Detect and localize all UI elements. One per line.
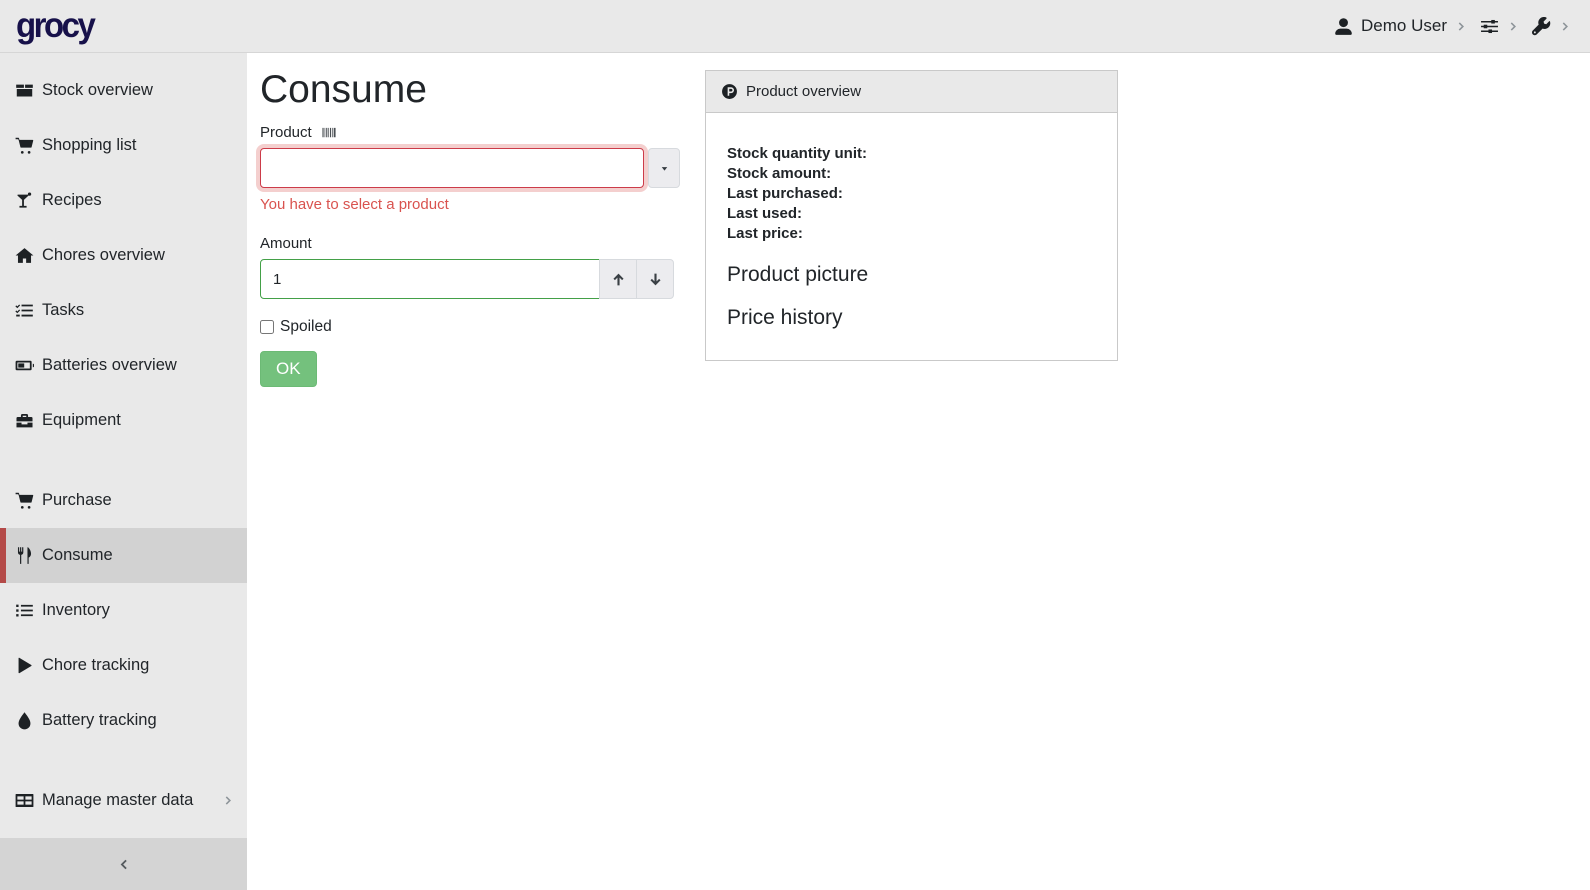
shopping-cart-icon [15,136,34,155]
sidebar: Stock overview Shopping list Recipes Cho… [0,53,247,890]
wrench-icon [1532,17,1551,36]
field-last-price: Last price: [727,224,1096,244]
product-overview-body: Stock quantity unit: Stock amount: Last … [706,113,1117,360]
box-icon [15,81,34,100]
sidebar-item-recipes[interactable]: Recipes [0,173,247,228]
ok-button[interactable]: OK [260,351,317,387]
chevron-left-icon [116,857,131,872]
caret-down-icon [659,163,670,174]
chevron-right-icon [1507,20,1520,33]
sidebar-item-label: Consume [42,546,113,565]
sidebar-item-battery-tracking[interactable]: Battery tracking [0,693,247,748]
field-stock-quantity-unit: Stock quantity unit: [727,144,1096,164]
table-icon [15,791,34,810]
sidebar-item-tasks[interactable]: Tasks [0,283,247,338]
product-overview-card: Product overview Stock quantity unit: St… [705,70,1118,361]
spoiled-label: Spoiled [280,318,332,336]
amount-decrement-button[interactable] [636,259,674,299]
product-overview-header: Product overview [706,71,1117,113]
sidebar-item-equipment[interactable]: Equipment [0,393,247,448]
sidebar-item-shopping-list[interactable]: Shopping list [0,118,247,173]
sidebar-item-label: Equipment [42,411,121,430]
product-picture-heading: Product picture [727,263,1096,287]
sidebar-item-label: Purchase [42,491,112,510]
admin-menu[interactable] [1532,17,1572,36]
sidebar-item-batteries-overview[interactable]: Batteries overview [0,338,247,393]
amount-input[interactable] [260,259,600,299]
shopping-cart-icon [15,491,34,510]
product-overview-title: Product overview [746,83,861,100]
navbar-right: Demo User [1334,16,1572,36]
sidebar-item-manage-master-data[interactable]: Manage master data [0,773,247,828]
sidebar-item-label: Chore tracking [42,656,149,675]
sidebar-item-stock-overview[interactable]: Stock overview [0,63,247,118]
battery-icon [15,356,34,375]
sidebar-item-inventory[interactable]: Inventory [0,583,247,638]
barcode-icon [319,125,339,140]
sidebar-item-label: Stock overview [42,81,153,100]
user-name: Demo User [1361,16,1447,36]
top-navbar: grocy Demo User [0,0,1590,53]
sliders-icon [1480,17,1499,36]
arrow-down-icon [647,271,664,288]
grocy-logo[interactable]: grocy [16,6,93,46]
droplet-icon [15,711,34,730]
product-circle-icon [721,83,738,100]
sidebar-item-label: Recipes [42,191,102,210]
chevron-right-icon [1455,20,1468,33]
tasks-icon [15,301,34,320]
cocktail-icon [15,191,34,210]
sidebar-item-label: Chores overview [42,246,165,265]
sidebar-item-purchase[interactable]: Purchase [0,473,247,528]
sidebar-item-label: Battery tracking [42,711,157,730]
sidebar-item-label: Shopping list [42,136,136,155]
sidebar-item-label: Inventory [42,601,110,620]
sidebar-item-chore-tracking[interactable]: Chore tracking [0,638,247,693]
chevron-right-icon [222,794,235,807]
product-dropdown-button[interactable] [648,148,680,188]
chevron-right-icon [1559,20,1572,33]
user-icon [1334,17,1353,36]
user-menu[interactable]: Demo User [1334,16,1468,36]
amount-increment-button[interactable] [599,259,637,299]
play-icon [15,656,34,675]
sidebar-item-chores-overview[interactable]: Chores overview [0,228,247,283]
field-last-purchased: Last purchased: [727,184,1096,204]
field-last-used: Last used: [727,204,1096,224]
main-content: Consume Product You have to select a pro… [247,53,1590,890]
spoiled-checkbox[interactable] [260,320,274,334]
product-overview-fields: Stock quantity unit: Stock amount: Last … [727,144,1096,244]
home-icon [15,246,34,265]
arrow-up-icon [610,271,627,288]
sidebar-item-consume[interactable]: Consume [0,528,247,583]
list-icon [15,601,34,620]
product-input[interactable] [260,148,644,188]
settings-menu[interactable] [1480,17,1520,36]
sidebar-item-label: Manage master data [42,791,193,810]
sidebar-collapse-toggle[interactable] [0,838,247,890]
field-stock-amount: Stock amount: [727,164,1096,184]
utensils-icon [15,546,34,565]
price-history-heading: Price history [727,306,1096,330]
sidebar-item-label: Tasks [42,301,84,320]
sidebar-item-label: Batteries overview [42,356,177,375]
toolbox-icon [15,411,34,430]
